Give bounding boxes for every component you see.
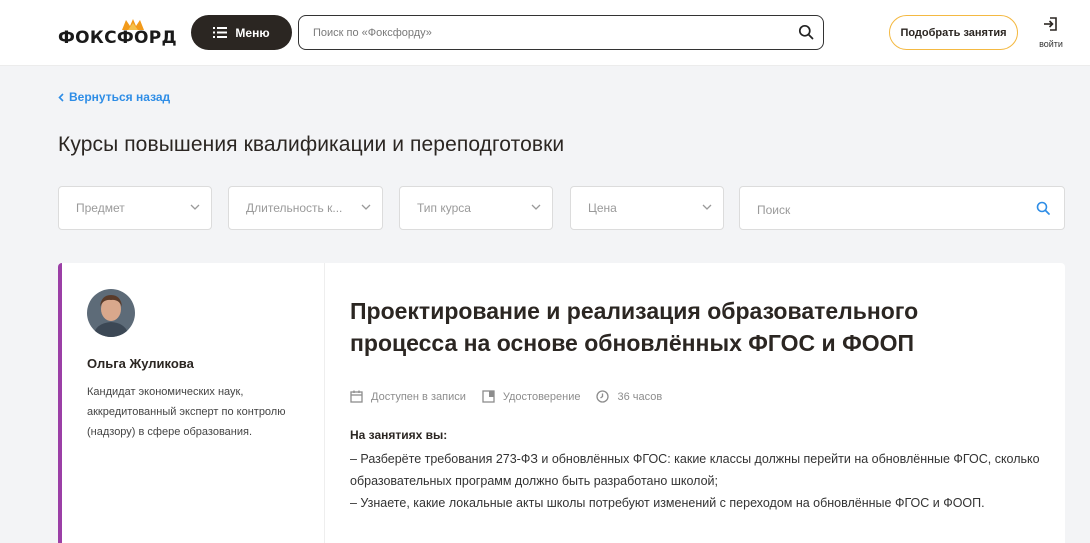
back-link[interactable]: Вернуться назад xyxy=(58,90,170,104)
description-line: – Разберёте требования 273-ФЗ и обновлён… xyxy=(350,452,1040,488)
author-panel: Ольга Жуликова Кандидат экономических на… xyxy=(62,263,325,543)
meta-certificate-label: Удостоверение xyxy=(502,390,581,403)
meta-availability-label: Доступен в записи xyxy=(371,390,466,403)
login-label: войти xyxy=(1039,39,1063,49)
top-header: ФОКСФОРД Меню Подобрать занятия войти xyxy=(0,0,1090,66)
filter-subject-label: Предмет xyxy=(76,201,125,215)
course-title[interactable]: Проектирование и реализация образователь… xyxy=(350,295,1030,359)
meta-certificate: Удостоверение xyxy=(482,390,581,403)
hamburger-icon xyxy=(213,27,228,38)
course-search-input[interactable] xyxy=(757,201,1017,219)
logo-text: ФОКСФОРД xyxy=(58,28,177,48)
meta-availability: Доступен в записи xyxy=(350,390,466,403)
filter-price[interactable]: Цена xyxy=(570,186,724,230)
filter-subject[interactable]: Предмет xyxy=(58,186,212,230)
foxford-logo[interactable]: ФОКСФОРД xyxy=(58,18,177,48)
calendar-icon xyxy=(350,390,363,403)
pick-classes-button[interactable]: Подобрать занятия xyxy=(889,15,1018,50)
page-title: Курсы повышения квалификации и переподго… xyxy=(58,133,565,156)
fox-icon xyxy=(122,19,144,30)
menu-label: Меню xyxy=(235,25,270,40)
site-search xyxy=(298,15,824,50)
login-icon xyxy=(1044,17,1057,31)
description-line: – Узнаете, какие локальные акты школы по… xyxy=(350,496,985,510)
site-search-input[interactable] xyxy=(313,24,783,42)
chevron-down-icon xyxy=(190,204,200,210)
filter-price-label: Цена xyxy=(588,201,617,215)
avatar xyxy=(87,289,135,337)
description: – Разберёте требования 273-ФЗ и обновлён… xyxy=(350,448,1050,514)
chevron-left-icon xyxy=(58,92,64,102)
certificate-icon xyxy=(482,390,495,403)
author-name: Ольга Жуликова xyxy=(87,356,194,371)
filter-course-type-label: Тип курса xyxy=(417,201,471,215)
course-meta: Доступен в записи Удостоверение 36 часов xyxy=(350,390,678,403)
search-icon[interactable] xyxy=(1036,201,1050,215)
meta-hours: 36 часов xyxy=(596,390,662,403)
course-search xyxy=(739,186,1065,230)
menu-button[interactable]: Меню xyxy=(191,15,292,50)
chevron-down-icon xyxy=(702,204,712,210)
meta-hours-label: 36 часов xyxy=(617,390,663,403)
filter-course-type[interactable]: Тип курса xyxy=(399,186,553,230)
course-info: Проектирование и реализация образователь… xyxy=(350,263,1050,543)
chevron-down-icon xyxy=(361,204,371,210)
description-heading: На занятиях вы: xyxy=(350,428,448,442)
filter-duration-label: Длительность к... xyxy=(246,201,343,215)
course-card[interactable]: Ольга Жуликова Кандидат экономических на… xyxy=(58,263,1065,543)
author-bio: Кандидат экономических наук, аккредитова… xyxy=(87,386,286,438)
search-icon[interactable] xyxy=(798,24,814,40)
chevron-down-icon xyxy=(531,204,541,210)
login-button[interactable]: войти xyxy=(1034,16,1068,52)
filter-duration[interactable]: Длительность к... xyxy=(228,186,383,230)
back-link-label: Вернуться назад xyxy=(69,90,171,104)
clock-icon xyxy=(596,390,610,403)
